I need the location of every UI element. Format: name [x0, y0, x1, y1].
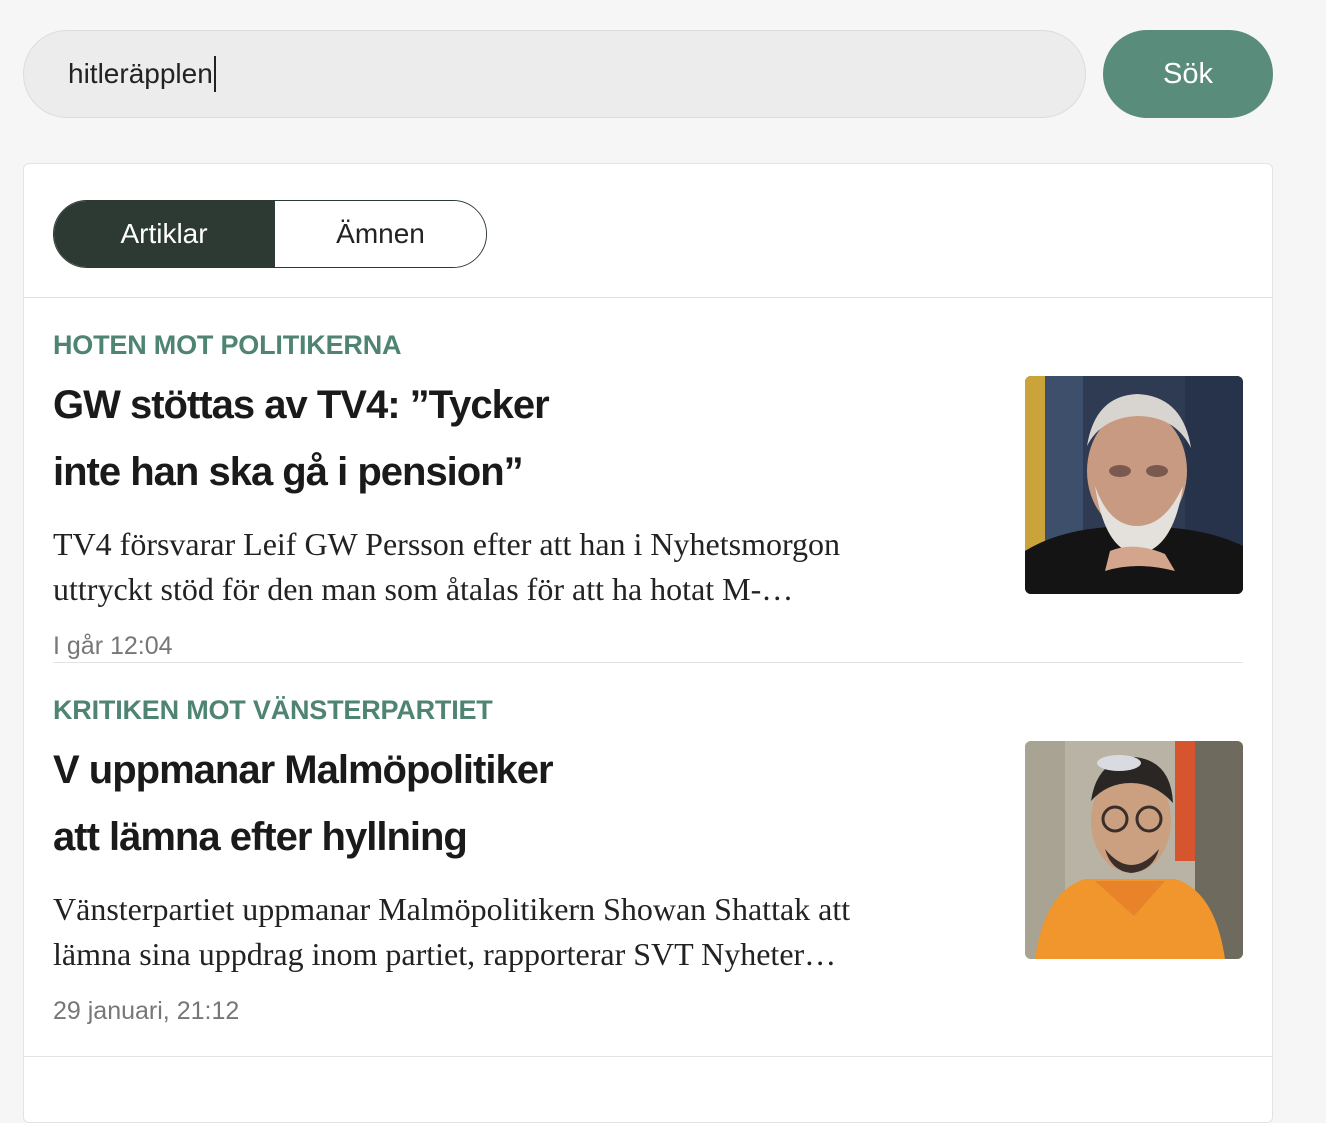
article-summary: TV4 försvarar Leif GW Persson efter att … [53, 522, 983, 612]
result-type-toggle: Artiklar Ämnen [53, 200, 487, 268]
article-date: 29 januari, 21:12 [53, 997, 240, 1025]
article-kicker: HOTEN MOT POLITIKERNA [53, 330, 402, 360]
article-headline[interactable]: V uppmanar Malmöpolitiker att lämna efte… [53, 737, 653, 871]
summary-line: uttryckt stöd för den man som åtalas för… [53, 571, 794, 607]
article-kicker: KRITIKEN MOT VÄNSTERPARTIET [53, 695, 493, 725]
summary-line: TV4 försvarar Leif GW Persson efter att … [53, 526, 841, 562]
tab-articles[interactable]: Artiklar [54, 201, 274, 267]
headline-line: V uppmanar Malmöpolitiker [53, 748, 554, 792]
tab-topics[interactable]: Ämnen [274, 201, 486, 267]
search-button[interactable]: Sök [1103, 30, 1273, 118]
article-thumbnail[interactable] [1025, 741, 1243, 959]
divider [24, 1056, 1272, 1057]
divider [24, 297, 1272, 298]
article-thumbnail[interactable] [1025, 376, 1243, 594]
search-input-value: hitleräpplen [68, 58, 213, 89]
article-summary: Vänsterpartiet uppmanar Malmöpolitikern … [53, 887, 983, 977]
text-caret [213, 56, 216, 92]
headline-line: inte han ska gå i pension” [53, 450, 524, 494]
summary-line: Vänsterpartiet uppmanar Malmöpolitikern … [53, 891, 851, 927]
headline-line: GW stöttas av TV4: ”Tycker [53, 383, 550, 427]
divider [53, 662, 1243, 663]
results-panel: Artiklar Ämnen HOTEN MOT POLITIKERNA GW … [23, 163, 1273, 1123]
article-date: I går 12:04 [53, 632, 173, 660]
summary-line: lämna sina uppdrag inom partiet, rapport… [53, 936, 837, 972]
headline-line: att lämna efter hyllning [53, 815, 468, 859]
search-input[interactable]: hitleräpplen [23, 30, 1086, 118]
article-headline[interactable]: GW stöttas av TV4: ”Tycker inte han ska … [53, 372, 653, 506]
portrait-image [1025, 376, 1243, 594]
portrait-image [1025, 741, 1243, 959]
